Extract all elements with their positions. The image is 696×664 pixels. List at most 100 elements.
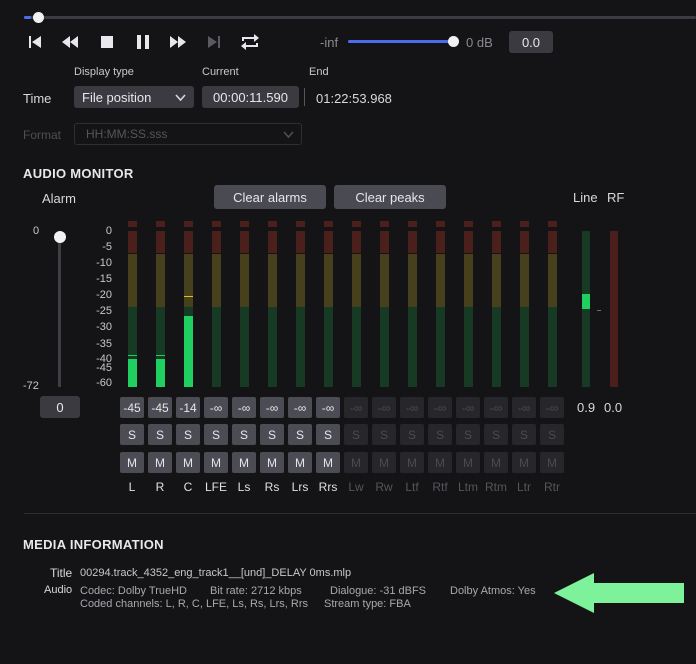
meter-segment (183, 231, 193, 253)
chevron-down-icon (283, 129, 294, 143)
meter-level-fill (127, 358, 137, 387)
meter-segment (351, 231, 361, 253)
meter-segment (295, 254, 305, 307)
meter-segment (351, 221, 361, 227)
meter-segment (491, 254, 501, 307)
stop-icon[interactable] (96, 32, 118, 52)
mute-button-lw: M (344, 452, 368, 473)
meter-segment (491, 307, 501, 387)
progress-track[interactable] (24, 16, 696, 19)
volume-slider[interactable] (348, 40, 454, 43)
meter-segment (379, 231, 389, 253)
meter-segment (407, 221, 417, 227)
skip-back-icon[interactable] (24, 32, 46, 52)
meter-segment (407, 254, 417, 307)
scale-tick-label: -5 (102, 241, 112, 253)
channel-label: Lw (348, 480, 364, 494)
audio-monitor-title: AUDIO MONITOR (23, 166, 134, 181)
progress-fill (24, 16, 31, 19)
solo-button-r[interactable]: S (148, 424, 172, 445)
solo-button-rw: S (372, 424, 396, 445)
solo-button-lfe[interactable]: S (204, 424, 228, 445)
meter-segment (351, 254, 361, 307)
fast-forward-icon[interactable] (167, 32, 189, 52)
channel-peak-value: -45 (120, 397, 144, 418)
skip-forward-icon (203, 32, 225, 52)
channel-peak-value: -∞ (428, 397, 452, 418)
stream-type-value: Stream type: FBA (324, 598, 411, 610)
scale-tick-label: -20 (96, 289, 112, 301)
rewind-icon[interactable] (59, 32, 81, 52)
clear-alarms-button[interactable]: Clear alarms (214, 185, 326, 209)
meter-peak-marker (127, 354, 137, 356)
time-row-label: Time (23, 91, 52, 106)
meter-segment (463, 221, 473, 227)
meter-segment (267, 307, 277, 387)
meter-segment (547, 307, 557, 387)
meter-segment (547, 231, 557, 253)
meter-segment (155, 221, 165, 227)
channel-peak-value: -∞ (372, 397, 396, 418)
mute-button-c[interactable]: M (176, 452, 200, 473)
volume-handle[interactable] (448, 36, 459, 47)
channel-label: L (128, 480, 136, 494)
rf-meter (610, 231, 618, 387)
mute-button-ls[interactable]: M (232, 452, 256, 473)
solo-button-rs[interactable]: S (260, 424, 284, 445)
section-divider (24, 513, 696, 514)
meter-segment (323, 221, 333, 227)
solo-button-c[interactable]: S (176, 424, 200, 445)
mute-button-rrs[interactable]: M (316, 452, 340, 473)
channel-label: Rw (375, 480, 393, 494)
channel-label: Ls (237, 480, 251, 494)
channel-label: Rrs (318, 480, 338, 494)
scale-tick-label: -45 (96, 362, 112, 374)
solo-button-l[interactable]: S (120, 424, 144, 445)
meter-peak-marker (155, 354, 165, 356)
channel-peak-value: -∞ (232, 397, 256, 418)
channel-label: Rtm (485, 480, 507, 494)
alarm-value-field[interactable]: 0 (40, 396, 80, 418)
scale-tick-label: -25 (96, 305, 112, 317)
solo-button-rrs[interactable]: S (316, 424, 340, 445)
meter-segment (407, 307, 417, 387)
scale-tick-label: -30 (96, 321, 112, 333)
end-time-value: 01:22:53.968 (316, 91, 392, 106)
meter-segment (547, 254, 557, 307)
line-meter (582, 231, 590, 387)
meter-segment (211, 231, 221, 253)
current-time-field[interactable]: 00:00:11.590 (202, 86, 299, 108)
channel-peak-value: -∞ (484, 397, 508, 418)
mute-button-l[interactable]: M (120, 452, 144, 473)
mute-button-lrs[interactable]: M (288, 452, 312, 473)
meter-segment (519, 221, 529, 227)
solo-button-lrs[interactable]: S (288, 424, 312, 445)
channel-label: C (183, 480, 193, 494)
channel-label: Lrs (291, 480, 309, 494)
title-value: 00294.track_4352_eng_track1__[und]_DELAY… (80, 567, 352, 579)
mute-button-r[interactable]: M (148, 452, 172, 473)
line-meter-peak-mark (597, 310, 601, 311)
meter-segment (435, 231, 445, 253)
line-value: 0.9 (577, 400, 596, 415)
pause-icon[interactable] (132, 32, 154, 52)
rf-label: RF (607, 190, 625, 205)
mute-button-rs[interactable]: M (260, 452, 284, 473)
loop-icon[interactable] (239, 32, 261, 52)
clear-peaks-button[interactable]: Clear peaks (334, 185, 446, 209)
progress-handle[interactable] (32, 12, 44, 23)
alarm-slider-track[interactable] (58, 237, 61, 387)
meter-segment (323, 307, 333, 387)
meter-segment (463, 231, 473, 253)
meter-segment (155, 254, 165, 307)
dialogue-value: Dialogue: -31 dBFS (330, 585, 426, 597)
mute-button-lfe[interactable]: M (204, 452, 228, 473)
solo-button-ltr: S (512, 424, 536, 445)
channel-peak-value: -45 (148, 397, 172, 418)
alarm-slider-handle[interactable] (54, 231, 66, 243)
display-type-select[interactable]: File position (74, 86, 194, 108)
meter-segment (463, 254, 473, 307)
meter-segment (183, 254, 193, 307)
volume-value-field[interactable]: 0.0 (509, 31, 553, 53)
solo-button-ls[interactable]: S (232, 424, 256, 445)
